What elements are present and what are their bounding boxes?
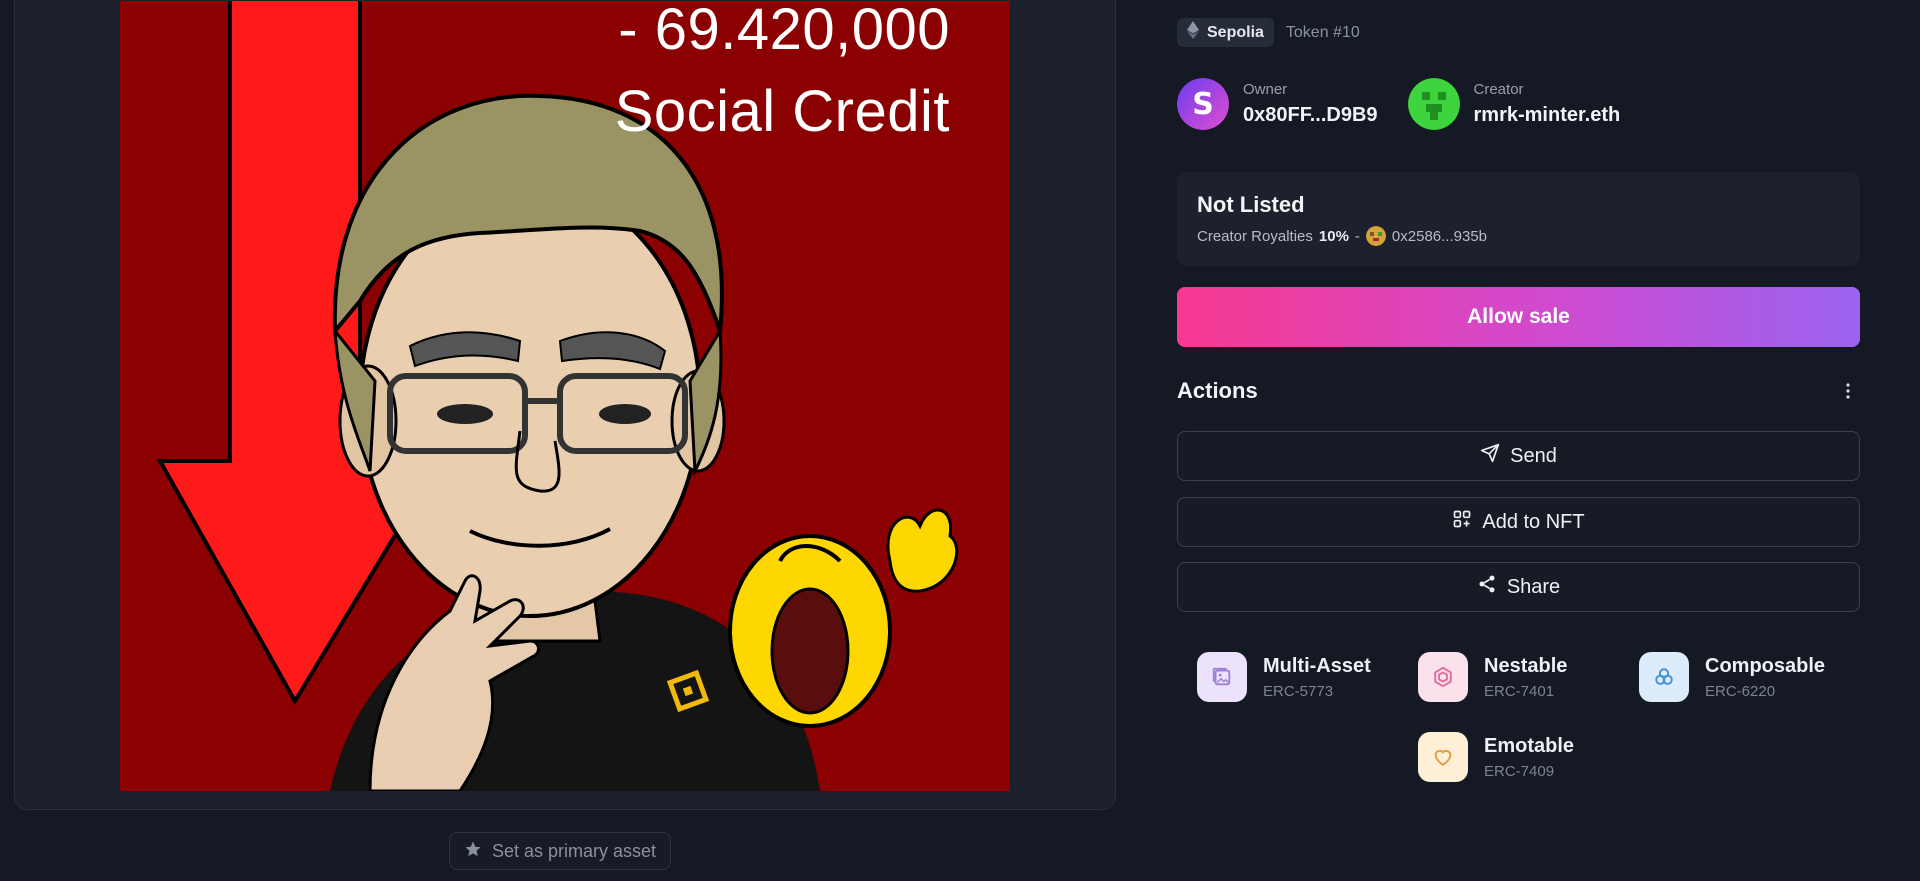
allow-sale-button[interactable]: Allow sale: [1177, 287, 1860, 347]
creator-block[interactable]: Creator rmrk-minter.eth: [1407, 78, 1621, 130]
set-primary-asset-button[interactable]: Set as primary asset: [449, 832, 672, 870]
share-icon: [1477, 574, 1497, 600]
nft-artwork[interactable]: - 69.420,000 Social Credit: [120, 1, 1010, 791]
artwork-caption-line2: Social Credit: [614, 79, 950, 144]
artwork-caption-line1: - 69.420,000: [618, 1, 950, 62]
send-label: Send: [1510, 444, 1557, 467]
feature-standard: ERC-7401: [1484, 682, 1555, 700]
share-label: Share: [1506, 575, 1561, 598]
composable-icon: [1639, 652, 1689, 702]
feature-name: Composable: [1705, 654, 1826, 677]
ethereum-icon: [1187, 21, 1199, 44]
emotable-icon: [1418, 732, 1468, 782]
more-options-icon[interactable]: [1836, 379, 1860, 403]
feature-multi-asset[interactable]: Multi-Asset ERC-5773: [1197, 652, 1371, 702]
ownership-row: S Owner 0x80FF...D9B9 Creator rmrk-minte…: [1177, 78, 1620, 130]
token-id: Token #10: [1285, 23, 1360, 41]
set-primary-asset-label: Set as primary asset: [492, 840, 657, 861]
feature-name: Emotable: [1484, 734, 1575, 757]
feature-composable[interactable]: Composable ERC-6220: [1639, 652, 1825, 702]
multi-asset-icon: [1197, 652, 1247, 702]
add-to-nft-button[interactable]: Add to NFT: [1177, 497, 1860, 547]
feature-standard: ERC-6220: [1705, 682, 1776, 700]
feature-nestable[interactable]: Nestable ERC-7401: [1418, 652, 1567, 702]
nestable-icon: [1418, 652, 1468, 702]
feature-name: Nestable: [1484, 654, 1568, 677]
creator-name[interactable]: rmrk-minter.eth: [1474, 104, 1621, 127]
owner-avatar: S: [1177, 78, 1229, 130]
add-to-nft-label: Add to NFT: [1482, 510, 1585, 533]
feature-standard: ERC-7409: [1484, 762, 1555, 780]
svg-text:S: S: [1192, 87, 1214, 122]
actions-header: Actions: [1177, 378, 1860, 404]
royalty-recipient-address[interactable]: 0x2586...935b: [1392, 228, 1487, 245]
media-card: - 69.420,000 Social Credit: [14, 0, 1116, 810]
send-icon: [1480, 443, 1500, 469]
royalties-row: Creator Royalties 10% - 0x2586...935b: [1197, 226, 1840, 246]
creator-label: Creator: [1473, 81, 1524, 98]
royalties-label: Creator Royalties: [1197, 227, 1313, 245]
royalties-separator: -: [1354, 227, 1360, 245]
feature-emotable[interactable]: Emotable ERC-7409: [1418, 732, 1574, 782]
owner-label: Owner: [1243, 81, 1288, 98]
listing-panel: Not Listed Creator Royalties 10% - 0x258…: [1177, 172, 1860, 266]
token-meta-row: Sepolia Token #10: [1177, 18, 1360, 47]
creator-avatar: [1407, 78, 1460, 130]
royalty-recipient-avatar: [1365, 226, 1386, 246]
add-to-nft-icon: [1452, 509, 1472, 535]
actions-title: Actions: [1177, 378, 1258, 403]
feature-name: Multi-Asset: [1263, 654, 1371, 677]
owner-block[interactable]: S Owner 0x80FF...D9B9: [1177, 78, 1378, 130]
listing-status: Not Listed: [1197, 192, 1305, 217]
network-chip[interactable]: Sepolia: [1177, 18, 1274, 47]
owner-address[interactable]: 0x80FF...D9B9: [1243, 104, 1378, 127]
feature-standard: ERC-5773: [1263, 682, 1334, 700]
send-button[interactable]: Send: [1177, 431, 1860, 481]
star-icon: [464, 840, 482, 863]
network-name: Sepolia: [1207, 23, 1264, 41]
royalties-value: 10%: [1318, 227, 1349, 245]
share-button[interactable]: Share: [1177, 562, 1860, 612]
